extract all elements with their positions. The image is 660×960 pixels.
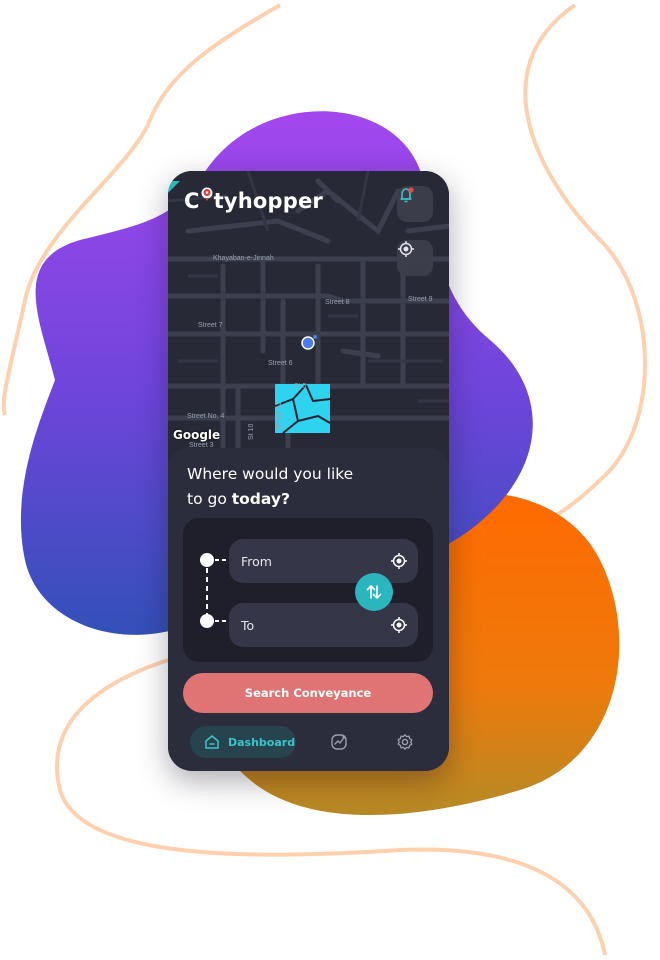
nav-stats[interactable] (329, 732, 349, 752)
bottom-nav: Dashboard (168, 726, 449, 760)
settings-icon (397, 734, 413, 750)
street-label: St 10 (248, 424, 255, 440)
map-attribution: Google (173, 428, 221, 442)
street-label: St 5 (294, 383, 307, 390)
destination-dot (200, 614, 214, 628)
to-placeholder: To (241, 617, 255, 633)
swap-arrows-icon (366, 585, 382, 599)
street-label: Street 8 (325, 299, 350, 306)
map-view[interactable]: Khayaban-e-Jinnah Street 8 Street 9 Stre… (168, 171, 449, 461)
search-conveyance-button[interactable]: Search Conveyance (183, 673, 433, 713)
locate-to-icon[interactable] (390, 616, 408, 634)
origin-connector (215, 559, 227, 561)
to-field[interactable]: To (229, 603, 418, 647)
app-logo: Ctyhopper (184, 187, 323, 213)
locate-from-icon[interactable] (390, 552, 408, 570)
swap-locations-button[interactable] (355, 573, 393, 611)
stats-icon (331, 734, 347, 750)
page-title: Where would you like to go today? (187, 465, 354, 508)
street-label: Street 11 (276, 402, 283, 430)
bell-icon (400, 187, 414, 203)
phone-screen: Khayaban-e-Jinnah Street 8 Street 9 Stre… (168, 171, 449, 771)
home-icon (203, 733, 221, 751)
street-label: Street 6 (268, 360, 293, 367)
origin-dot (200, 553, 214, 567)
street-label: Street No. 4 (187, 413, 224, 420)
nav-dashboard[interactable]: Dashboard (190, 726, 296, 758)
my-location-button[interactable] (397, 240, 433, 276)
notifications-button[interactable] (397, 186, 433, 222)
destination-connector (215, 620, 227, 622)
route-card: From To (183, 518, 433, 662)
street-label: Street 9 (408, 296, 433, 303)
route-sheet: Where would you like to go today? From T… (168, 448, 449, 771)
location-pin-icon (201, 187, 213, 208)
street-label: Street 7 (198, 322, 223, 329)
nav-settings[interactable] (395, 732, 415, 752)
crosshair-icon (398, 241, 414, 257)
nav-dashboard-label: Dashboard (228, 735, 296, 749)
from-placeholder: From (241, 553, 272, 569)
street-label: Khayaban-e-Jinnah (213, 255, 274, 262)
from-field[interactable]: From (229, 539, 418, 583)
route-line (206, 568, 208, 614)
